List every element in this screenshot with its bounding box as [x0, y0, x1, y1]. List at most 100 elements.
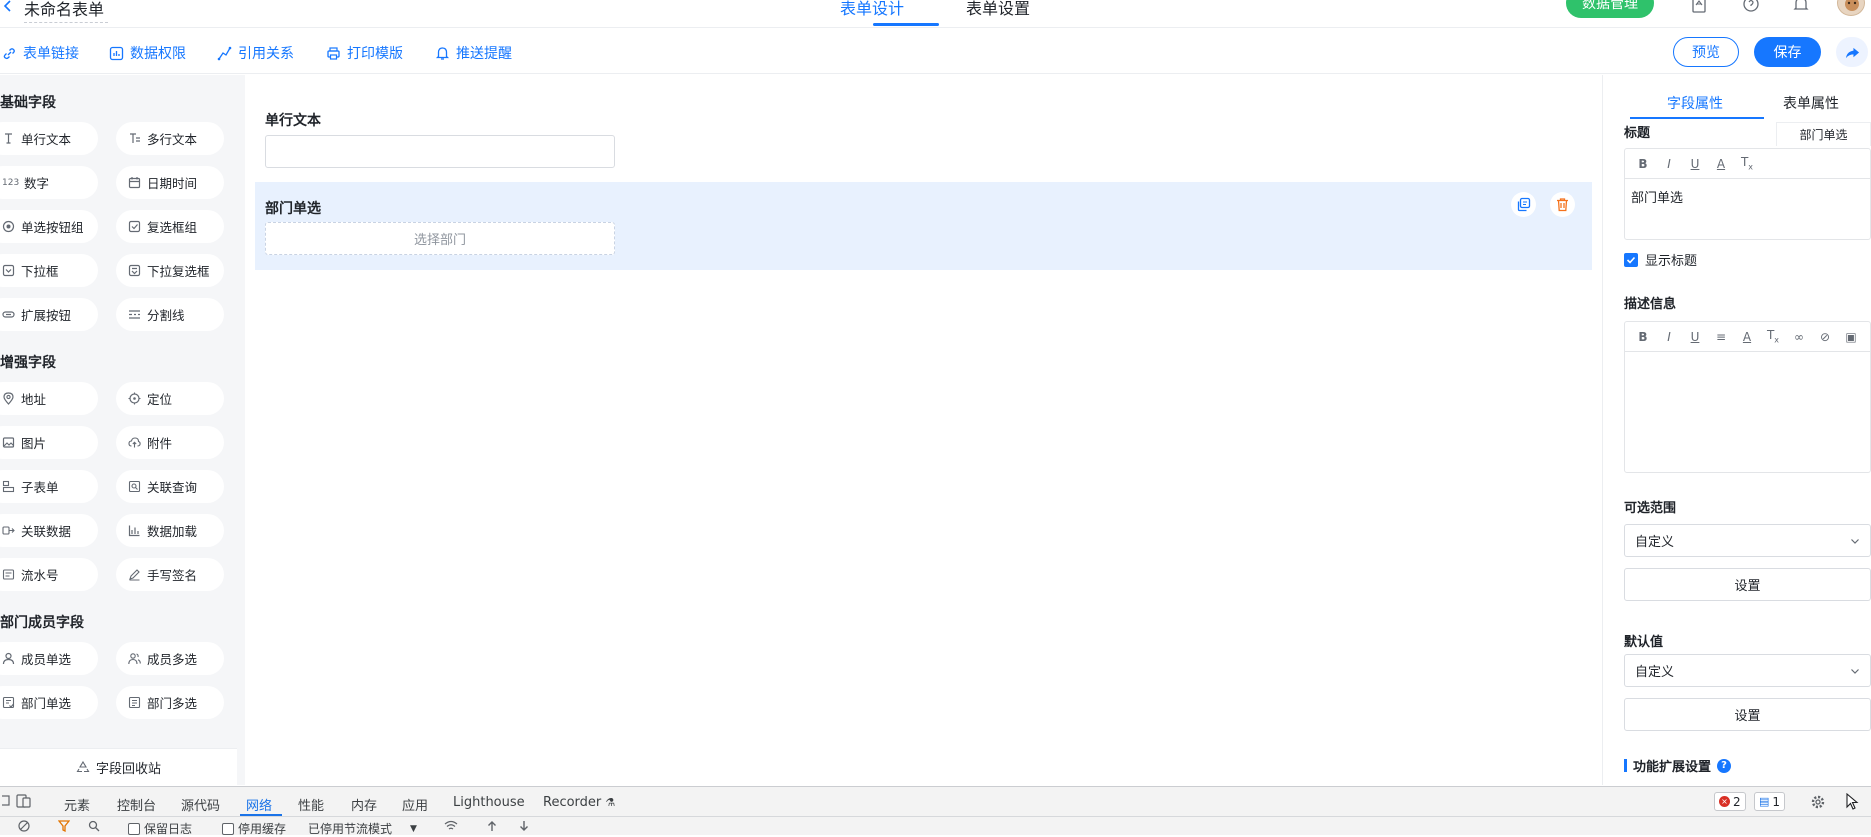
devtools-settings-gear-icon[interactable]	[1810, 794, 1826, 810]
field-address[interactable]: 地址	[0, 382, 98, 415]
field-extend-button[interactable]: 扩展按钮	[0, 298, 98, 331]
devtools-tab-application[interactable]: 应用	[402, 795, 428, 814]
field-number[interactable]: 123 数字	[0, 166, 98, 199]
preview-button[interactable]: 预览	[1673, 37, 1739, 67]
font-color-icon[interactable]: A	[1713, 157, 1729, 171]
devtools-tab-console[interactable]: 控制台	[117, 795, 156, 814]
field-linked-query[interactable]: 关联查询	[116, 470, 224, 503]
help-icon[interactable]: ?	[1717, 758, 1732, 773]
wifi-icon[interactable]	[444, 820, 458, 832]
tab-form-design[interactable]: 表单设计	[840, 0, 904, 19]
departments-icon	[128, 696, 141, 709]
save-button[interactable]: 保存	[1754, 37, 1821, 67]
field-serial-number[interactable]: 流水号	[0, 558, 98, 591]
field-data-load[interactable]: 数据加载	[116, 514, 224, 547]
field-divider[interactable]: 分割线	[116, 298, 224, 331]
range-select[interactable]: 自定义	[1624, 524, 1871, 557]
title-editor-content[interactable]: 部门单选	[1625, 179, 1870, 214]
errors-badge[interactable]: × 2	[1714, 792, 1746, 811]
title-rich-editor[interactable]: B I U A Tx 部门单选	[1624, 148, 1871, 240]
preserve-log-checkbox[interactable]: 保留日志	[128, 820, 192, 837]
throttling-select[interactable]: 已停用节流模式 ▼	[308, 820, 417, 837]
dept-select-input[interactable]: 选择部门	[265, 222, 615, 255]
data-management-button[interactable]: 数据管理	[1566, 0, 1654, 18]
tab-form-properties[interactable]: 表单属性	[1783, 93, 1839, 113]
field-location[interactable]: 定位	[116, 382, 224, 415]
print-template-button[interactable]: 打印模版	[326, 43, 403, 63]
bold-icon[interactable]: B	[1635, 157, 1651, 171]
search-icon[interactable]	[88, 820, 100, 832]
reference-relation-button[interactable]: 引用关系	[217, 43, 294, 63]
devtools-tab-sources[interactable]: 源代码	[181, 795, 220, 814]
inspect-icon[interactable]	[2, 794, 16, 808]
devtools-tab-recorder[interactable]: Recorder ⚗	[543, 795, 615, 810]
description-editor-content[interactable]	[1625, 352, 1870, 368]
field-member-multi[interactable]: 成员多选	[116, 642, 224, 675]
document-icon[interactable]	[1690, 0, 1708, 14]
devtools-tab-performance[interactable]: 性能	[298, 795, 324, 814]
data-permission-button[interactable]: 数据权限	[109, 43, 186, 63]
upload-icon[interactable]	[486, 820, 498, 832]
default-value-select[interactable]: 自定义	[1624, 654, 1871, 687]
field-linked-data[interactable]: 关联数据	[0, 514, 98, 547]
field-recycle-bin-button[interactable]: 字段回收站	[0, 748, 237, 785]
devtools-tab-memory[interactable]: 内存	[351, 795, 377, 814]
range-settings-button[interactable]: 设置	[1624, 568, 1871, 601]
form-name[interactable]: 未命名表单	[24, 0, 109, 23]
devtools-tab-elements[interactable]: 元素	[64, 795, 90, 814]
bold-icon[interactable]: B	[1635, 330, 1651, 344]
description-rich-editor[interactable]: B I U ≡ A Tx ∞ ⊘ ▣	[1624, 321, 1871, 473]
clear-format-icon[interactable]: Tx	[1739, 155, 1755, 171]
back-arrow-icon[interactable]	[2, 0, 22, 14]
push-reminder-label: 推送提醒	[456, 46, 512, 62]
field-dept-multi[interactable]: 部门多选	[116, 686, 224, 719]
italic-icon[interactable]: I	[1661, 330, 1677, 344]
field-image[interactable]: 图片	[0, 426, 98, 459]
underline-icon[interactable]: U	[1687, 157, 1703, 171]
bell-icon[interactable]	[1792, 0, 1810, 14]
clear-format-icon[interactable]: Tx	[1765, 328, 1781, 344]
messages-badge[interactable]: ▤ 1	[1754, 792, 1786, 811]
form-link-button[interactable]: 表单链接	[2, 43, 79, 63]
clear-icon[interactable]	[18, 820, 30, 832]
field-single-line-text[interactable]: 单行文本	[0, 122, 98, 155]
help-icon[interactable]	[1742, 0, 1760, 14]
unlink-icon[interactable]: ⊘	[1817, 330, 1833, 344]
device-toolbar-icon[interactable]	[16, 793, 32, 809]
default-select-value: 自定义	[1635, 665, 1675, 680]
devtools-tab-lighthouse[interactable]: Lighthouse	[453, 795, 525, 810]
title-language-tag[interactable]: 部门单选	[1776, 122, 1871, 146]
align-icon[interactable]: ≡	[1713, 330, 1729, 344]
field-attachment[interactable]: 附件	[116, 426, 224, 459]
field-dropdown-multi[interactable]: 下拉复选框	[116, 254, 224, 287]
font-color-icon[interactable]: A	[1739, 330, 1755, 344]
field-dropdown[interactable]: 下拉框	[0, 254, 98, 287]
avatar[interactable]	[1837, 0, 1865, 16]
delete-field-button[interactable]	[1550, 192, 1575, 217]
show-title-checkbox[interactable]: 显示标题	[1624, 250, 1697, 269]
tab-form-settings[interactable]: 表单设置	[966, 0, 1030, 19]
italic-icon[interactable]: I	[1661, 157, 1677, 171]
field-subform[interactable]: 子表单	[0, 470, 98, 503]
underline-icon[interactable]: U	[1687, 330, 1703, 344]
download-icon[interactable]	[518, 820, 530, 832]
single-line-text-input[interactable]	[265, 135, 615, 168]
default-value-settings-button[interactable]: 设置	[1624, 698, 1871, 731]
field-dept-single[interactable]: 部门单选	[0, 686, 98, 719]
copy-field-button[interactable]	[1511, 192, 1536, 217]
filter-icon[interactable]	[58, 820, 70, 832]
share-button[interactable]	[1836, 37, 1868, 67]
field-multi-line-text[interactable]: 多行文本	[116, 122, 224, 155]
field-checkbox-group[interactable]: 复选框组	[116, 210, 224, 243]
field-member-single[interactable]: 成员单选	[0, 642, 98, 675]
link-icon[interactable]: ∞	[1791, 330, 1807, 344]
disable-cache-checkbox[interactable]: 停用缓存	[222, 820, 286, 837]
push-reminder-button[interactable]: 推送提醒	[435, 43, 512, 63]
field-signature[interactable]: 手写签名	[116, 558, 224, 591]
image-icon[interactable]: ▣	[1843, 330, 1859, 344]
field-radio-group[interactable]: 单选按钮组	[0, 210, 98, 243]
linked-data-icon	[2, 526, 15, 535]
devtools-tab-network[interactable]: 网络	[246, 795, 272, 814]
tab-field-properties[interactable]: 字段属性	[1667, 93, 1723, 113]
field-datetime[interactable]: 日期时间	[116, 166, 224, 199]
